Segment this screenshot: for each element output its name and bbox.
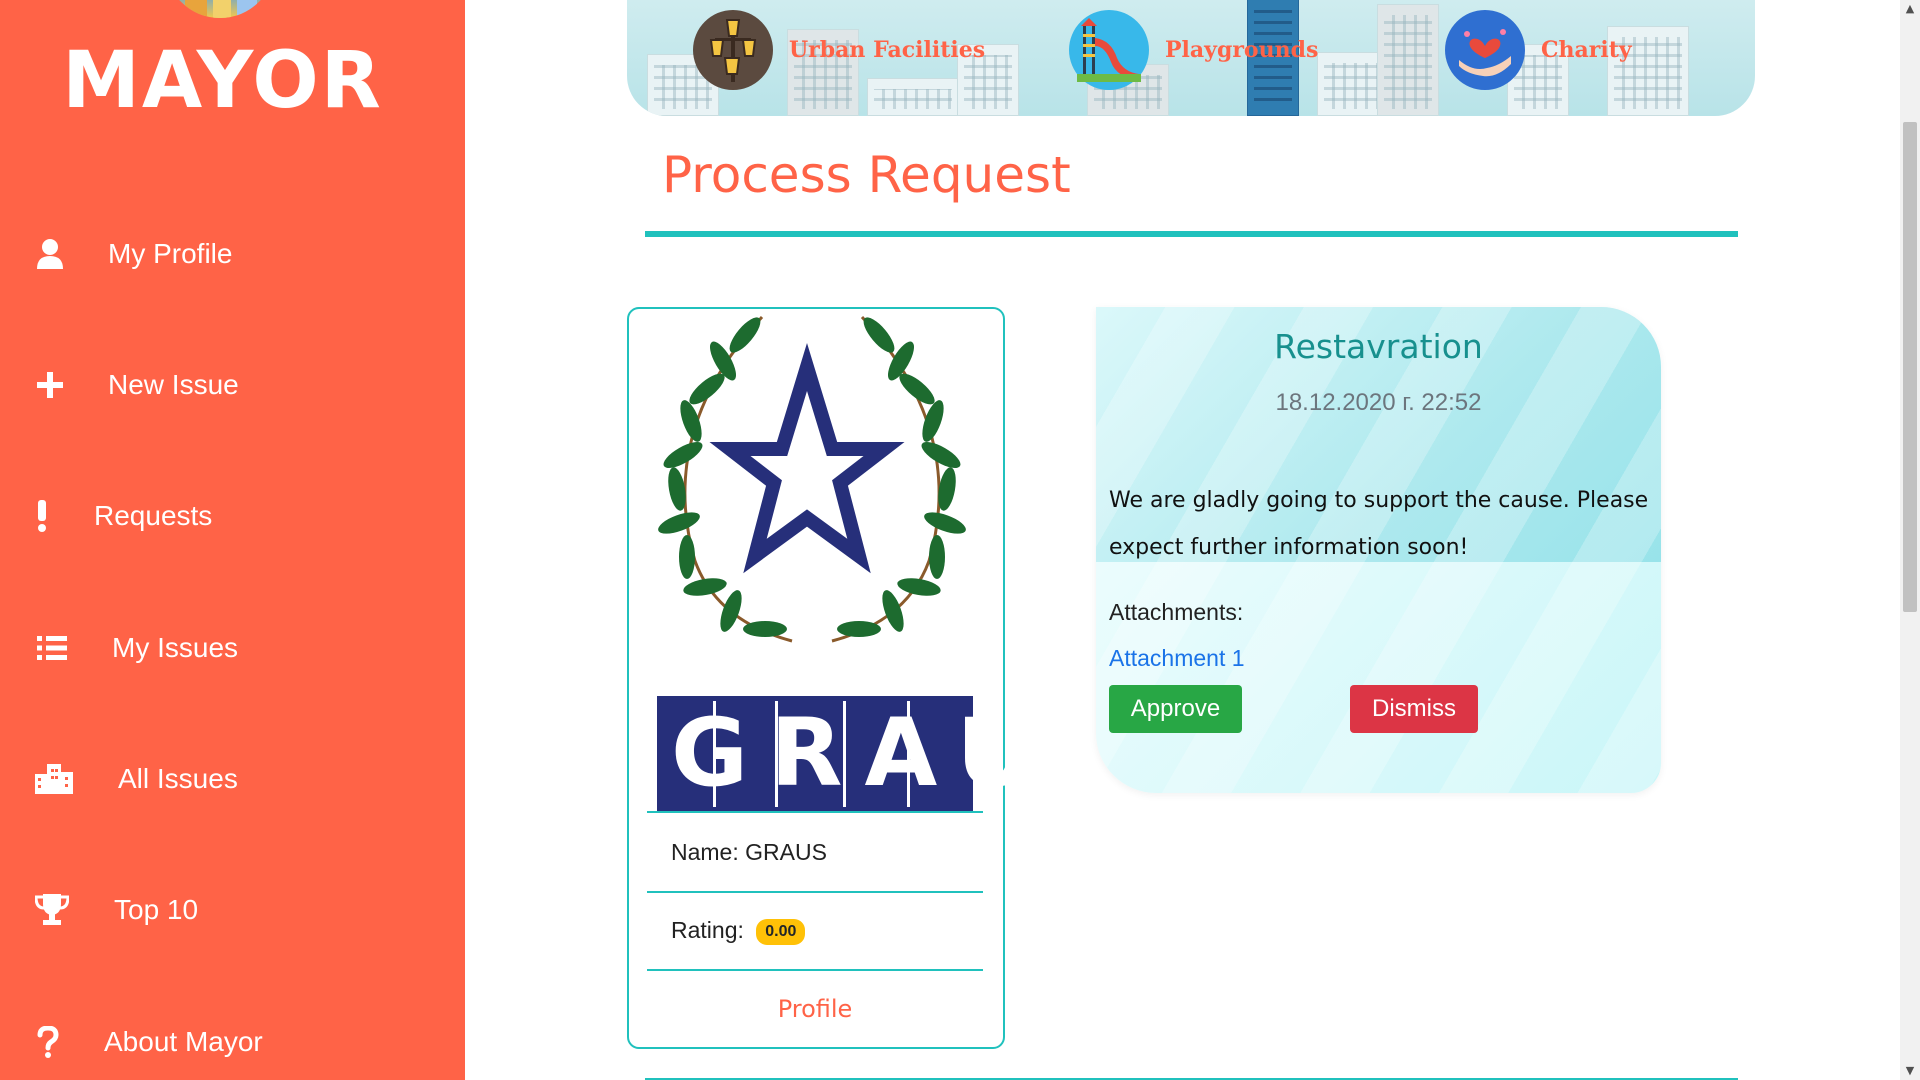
category-label: Urban Facilities xyxy=(789,37,986,63)
request-message: We are gladly going to support the cause… xyxy=(1109,488,1649,560)
request-title: Restavration xyxy=(1274,327,1483,366)
sidebar-item-label: Top 10 xyxy=(114,894,199,925)
scroll-up-arrow-icon[interactable]: ▲ xyxy=(1903,2,1917,16)
organization-name-row: Name: GRAUS xyxy=(647,811,983,891)
title-divider xyxy=(645,231,1738,237)
dismiss-button[interactable]: Dismiss xyxy=(1350,685,1478,733)
question-icon xyxy=(28,1022,68,1062)
scroll-down-arrow-icon[interactable]: ▼ xyxy=(1903,1064,1917,1078)
slide-icon xyxy=(1069,10,1149,90)
profile-link[interactable]: Profile xyxy=(647,995,983,1023)
request-card: Restavration 18.12.2020 г. 22:52 We are … xyxy=(1096,307,1661,793)
app-title: MAYOR xyxy=(62,36,383,126)
street-lamp-icon xyxy=(693,10,773,90)
sidebar-item-new-issue[interactable]: New Issue xyxy=(0,355,465,415)
page-title: Process Request xyxy=(662,146,1071,204)
category-label: Charity xyxy=(1541,37,1632,63)
name-label: Name: xyxy=(671,839,739,865)
category-playgrounds[interactable]: Playgrounds xyxy=(1069,10,1318,90)
organization-name: GRAUS xyxy=(745,839,827,865)
sidebar-item-all-issues[interactable]: All Issues xyxy=(0,749,465,809)
request-date: 18.12.2020 г. 22:52 xyxy=(1275,389,1482,416)
category-urban-facilities[interactable]: Urban Facilities xyxy=(693,10,985,90)
organization-logo-text: GRAUS xyxy=(671,698,1145,808)
approve-button[interactable]: Approve xyxy=(1109,685,1242,733)
sidebar-item-label: About Mayor xyxy=(104,1026,263,1057)
sidebar-item-label: My Issues xyxy=(112,632,239,663)
exclamation-icon xyxy=(22,496,62,536)
attachments-label: Attachments: xyxy=(1109,599,1244,625)
sidebar: MAYOR My Profile New Issue Requests My I… xyxy=(0,0,465,1080)
attachment-link[interactable]: Attachment 1 xyxy=(1109,645,1245,672)
rating-badge: 0.00 xyxy=(756,918,806,945)
organization-profile-row: Profile xyxy=(647,969,983,1045)
sidebar-item-label: Requests xyxy=(94,500,213,531)
plus-icon xyxy=(30,365,70,405)
city-logo-icon xyxy=(165,0,275,18)
trophy-icon xyxy=(32,890,72,930)
sidebar-item-my-profile[interactable]: My Profile xyxy=(0,224,465,284)
category-charity[interactable]: Charity xyxy=(1445,10,1632,90)
sidebar-item-about-mayor[interactable]: About Mayor xyxy=(0,1012,465,1072)
scrollbar-thumb[interactable] xyxy=(1903,122,1917,612)
list-icon xyxy=(32,628,72,668)
sidebar-item-label: All Issues xyxy=(118,763,238,794)
city-icon xyxy=(34,759,74,799)
sidebar-item-label: My Profile xyxy=(108,238,233,269)
user-icon xyxy=(30,234,70,274)
category-banner: Urban Facilities Playgrounds Charity xyxy=(627,0,1755,116)
sidebar-item-my-issues[interactable]: My Issues xyxy=(0,618,465,678)
sidebar-item-label: New Issue xyxy=(108,369,239,400)
sidebar-item-top-10[interactable]: Top 10 xyxy=(0,880,465,940)
rating-label: Rating: xyxy=(671,917,744,943)
heart-hands-icon xyxy=(1445,10,1525,90)
category-label: Playgrounds xyxy=(1165,37,1319,63)
sidebar-item-requests[interactable]: Requests xyxy=(0,486,465,546)
organization-card: GRAUS Name: GRAUS Rating: 0.00 Profile xyxy=(627,307,1145,1049)
organization-rating-row: Rating: 0.00 xyxy=(647,891,983,971)
